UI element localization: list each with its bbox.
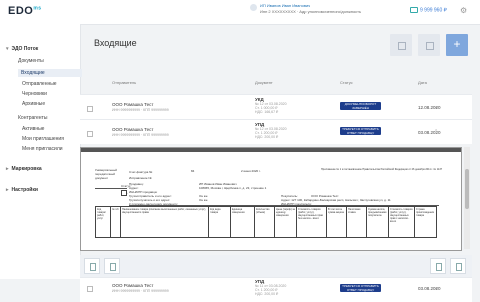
chevron-right-icon: ▸: [6, 187, 9, 193]
archive-icon: [398, 42, 406, 50]
items-table: Код товара/ работ, услуг № п/п Наименова…: [95, 206, 437, 238]
sidebar-item-inbox[interactable]: Входящие: [18, 69, 82, 77]
print-button[interactable]: [430, 258, 446, 274]
user-details: Инн 2 XXXXXXXXX · Адр уполномоченного/до…: [260, 9, 362, 14]
user-block[interactable]: ИП Иванов Иван Иванович Инн 2 XXXXXXXXX …: [250, 3, 362, 15]
sidebar-group-settings[interactable]: ▸ Настройки: [6, 187, 38, 193]
chevron-down-icon[interactable]: ⌄: [434, 285, 438, 291]
table-header-cell: Цена (тариф) за единицу измерения: [274, 207, 296, 237]
correction-label: Исправление №: [129, 176, 152, 180]
status-badge: ДОКУМЕНТООБОРОТ ЗАВЕРШЁН: [340, 102, 381, 110]
table-header-cell: Стоимость товаров (работ, услуг), имущес…: [296, 207, 326, 237]
sidebar-item-invited-me[interactable]: Меня пригласили: [22, 146, 63, 152]
download-button[interactable]: [418, 34, 440, 56]
doc-info: УКД № 12 от 03.08.2020 Ст. 1 000,00 ₽ НДС: …: [255, 97, 287, 114]
invoice-number: 84: [191, 169, 195, 173]
chevron-up-icon[interactable]: ⌃: [434, 129, 438, 135]
status-value: 1: [126, 191, 128, 195]
table-row[interactable]: ООО Ромашка Тест ИНН 9999999999 · КПП 999…: [80, 277, 472, 302]
invoice-date: 2 июня 2020 г.: [241, 169, 261, 173]
table-header-cell: № п/п: [110, 207, 120, 237]
archive-icon: [110, 263, 116, 271]
download-icon: [90, 263, 96, 271]
page-title: Входящие: [94, 38, 137, 48]
sidebar-item-archive[interactable]: Архивные: [22, 101, 45, 107]
table-header-cell: Сумма налога, предъявляемая покупателю: [366, 207, 388, 237]
main-area: Входящие + Отправитель Документ Статус Д…: [80, 24, 480, 302]
doc-info: УПД № 11 от 03.08.2020 Ст. 1 200,00 ₽ НДС: …: [255, 279, 287, 296]
balance[interactable]: 9 999 960 ₽: [410, 7, 447, 13]
table-header-cell: Наименование товара (описание выполненны…: [120, 207, 208, 237]
table-header-cell: Количество (объем): [254, 207, 274, 237]
avatar[interactable]: [250, 4, 257, 11]
sidebar-item-counterparties[interactable]: Контрагенты: [18, 115, 47, 121]
table-header-cell: Налоговая ставка: [346, 207, 366, 237]
preview-actions: [80, 255, 472, 277]
archive-button[interactable]: [390, 34, 412, 56]
document-preview: Универсальный передаточный документ Стат…: [80, 147, 462, 251]
sender-org: ООО Ромашка Тест ИНН 9999999999 · КПП 999…: [112, 127, 169, 137]
gear-icon[interactable]: ⚙: [460, 6, 467, 15]
table-header-cell: Страна происхождения товара: [414, 207, 436, 237]
address-value: 108065, Москва г, Щербинка п, д. 23, стр…: [199, 186, 267, 190]
table-header-cell: Код товара/ работ, услуг: [97, 208, 106, 220]
col-date[interactable]: Дата: [418, 80, 427, 85]
table-header: Отправитель Документ Статус Дата: [80, 80, 472, 92]
sidebar-item-active[interactable]: Активные: [22, 126, 44, 132]
download-button[interactable]: [84, 258, 100, 274]
sidebar-group-edo-flow[interactable]: ▾ ЭДО Поток: [6, 46, 38, 52]
status-badge: ТРЕБУЕТСЯ ОТПРАВИТЬ ОТВЕТ ПРОДАВЦУ: [340, 127, 381, 135]
table-row[interactable]: ООО Ромашка Тест ИНН 9999999999 · КПП 999…: [80, 119, 472, 144]
check-icon: [456, 263, 462, 271]
chevron-down-icon[interactable]: ⌄: [434, 104, 438, 110]
document-icon: [436, 263, 442, 271]
divider: [95, 188, 127, 189]
download-icon: [426, 42, 434, 50]
row-checkbox[interactable]: [87, 286, 93, 292]
sidebar: ▾ ЭДО Поток Документы Входящие Отправленн…: [0, 24, 82, 279]
doc-type-label: Универсальный передаточный документ: [95, 168, 117, 180]
table-header-cell: Код вида товара: [208, 207, 230, 237]
status-badge: ТРЕБУЕТСЯ ОТПРАВИТЬ ОТВЕТ ПРОДАВЦУ: [340, 284, 381, 292]
table-header-cell: Стоимость товаров (работ, услуг), имущес…: [388, 207, 414, 237]
app-logo[interactable]: EDOms: [8, 5, 42, 17]
preview-scrollbar[interactable]: [464, 147, 470, 249]
sidebar-item-documents[interactable]: Документы: [18, 58, 44, 64]
sidebar-group-marking[interactable]: ▸ Маркировка: [6, 166, 42, 172]
top-bar: EDOms ИП Иванов Иван Иванович Инн 2 XXXX…: [0, 0, 480, 25]
col-status[interactable]: Статус: [340, 80, 353, 85]
doc-info: УПД № 12 от 03.08.2020 Ст. 1 200,00 ₽ НДС: …: [255, 122, 287, 139]
chevron-right-icon: ▸: [6, 166, 9, 172]
wallet-icon: [410, 7, 418, 13]
sidebar-item-my-invitations[interactable]: Мои приглашения: [22, 136, 64, 142]
col-document[interactable]: Документ: [255, 80, 273, 85]
sidebar-item-drafts[interactable]: Черновики: [22, 91, 47, 97]
sidebar-item-sent[interactable]: Отправленные: [22, 81, 57, 87]
table-header-cell: В том числе сумма акциза: [326, 207, 346, 237]
sender-org: ООО Ромашка Тест ИНН 9999999999 · КПП 999…: [112, 283, 169, 293]
consignee-value: Он же: [199, 198, 208, 202]
invoice-label: Счет-фактура №: [129, 170, 153, 174]
preview-toolbar: [81, 148, 461, 152]
table-row[interactable]: ООО Ромашка Тест ИНН 9999999999 · КПП 999…: [80, 94, 472, 119]
add-button[interactable]: +: [446, 34, 468, 56]
scrollbar-thumb[interactable]: [465, 169, 469, 209]
row-checkbox[interactable]: [87, 131, 93, 137]
table-header-cell: Единица измерения: [230, 207, 254, 237]
chevron-down-icon: ▾: [6, 46, 9, 52]
archive-button[interactable]: [104, 258, 120, 274]
regulation-note: Приложение № 1 к постановлению Правитель…: [321, 168, 443, 171]
row-checkbox[interactable]: [87, 106, 93, 112]
col-sender[interactable]: Отправитель: [112, 80, 136, 85]
sign-button[interactable]: [450, 258, 466, 274]
sender-org: ООО Ромашка Тест ИНН 9999999999 · КПП 999…: [112, 102, 169, 112]
